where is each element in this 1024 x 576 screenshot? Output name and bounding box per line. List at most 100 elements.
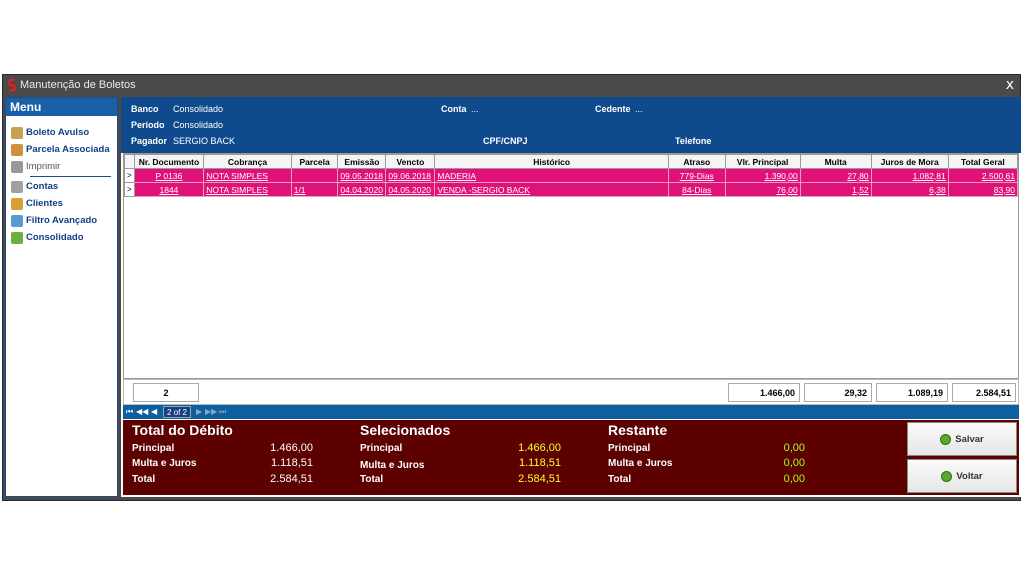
column-header[interactable]: Juros de Mora xyxy=(870,154,949,169)
cell-total[interactable]: 2.500,61 xyxy=(947,168,1019,183)
selecionados-principal-value: 1.466,00 xyxy=(518,442,561,454)
cell-emissao[interactable]: 09.05.2018 xyxy=(337,168,387,183)
menu-item-consolidado[interactable]: Consolidado xyxy=(6,229,117,246)
conta-value: ... xyxy=(471,104,479,114)
debito-multa-label: Multa e Juros xyxy=(132,458,197,469)
menu-item-contas[interactable]: Contas xyxy=(6,178,117,195)
cell-historico[interactable]: VENDA -SERGIO BACK xyxy=(434,182,670,197)
prev-page-button[interactable]: ◀◀ xyxy=(136,407,148,416)
cell-vencto[interactable]: 09.06.2018 xyxy=(385,168,436,183)
cedente-label: Cedente xyxy=(595,104,631,114)
menu-header: Menu xyxy=(6,98,117,118)
menu-item-label: Parcela Associada xyxy=(26,144,110,155)
column-header[interactable]: Vlr. Principal xyxy=(724,154,801,169)
action-buttons: Salvar Voltar xyxy=(903,420,1019,495)
menu-item-label: Contas xyxy=(26,181,59,192)
column-header[interactable]: Parcela xyxy=(290,154,339,169)
menu-item-filtro-avancado[interactable]: Filtro Avançado xyxy=(6,212,117,229)
cell-principal[interactable]: 76,00 xyxy=(724,182,801,197)
next-record-button[interactable]: ▶ xyxy=(196,407,202,416)
grid-navigator: ⏮ ◀◀ ◀ 2 of 2 ▶ ▶▶ ⏭ xyxy=(123,405,1019,419)
debito-principal-value: 1.466,00 xyxy=(270,442,313,454)
column-header-indicator xyxy=(124,154,135,169)
boletos-table: Nr. Documento Cobrança Parcela Emissão V… xyxy=(124,154,1019,197)
column-header[interactable]: Emissão xyxy=(337,154,387,169)
column-header[interactable]: Total Geral xyxy=(947,154,1019,169)
selecionados-principal-label: Principal xyxy=(360,443,403,454)
receipt-stack-icon xyxy=(11,143,23,156)
table-row[interactable]: > P 0136 NOTA SIMPLES 09.05.2018 09.06.2… xyxy=(124,168,1019,183)
cell-multa[interactable]: 1,52 xyxy=(799,182,872,197)
menu-item-parcela-associada[interactable]: Parcela Associada xyxy=(6,141,117,158)
selecionados-total-value: 2.584,51 xyxy=(518,473,561,485)
conta-label: Conta xyxy=(441,104,467,114)
cell-total[interactable]: 83,90 xyxy=(947,182,1019,197)
cell-atraso[interactable]: 779-Dias xyxy=(668,168,726,183)
cell-vencto[interactable]: 04.05.2020 xyxy=(385,182,436,197)
periodo-value: Consolidado xyxy=(173,120,224,130)
restante-multa-value: 0,00 xyxy=(783,457,805,469)
banco-value: Consolidado xyxy=(173,104,224,114)
cell-emissao[interactable]: 04.04.2020 xyxy=(337,182,387,197)
consolidated-icon xyxy=(11,231,23,244)
salvar-button[interactable]: Salvar xyxy=(907,422,1017,456)
cell-cobranca[interactable]: NOTA SIMPLES xyxy=(203,182,292,197)
footer-principal: 1.466,00 xyxy=(728,383,800,402)
column-header[interactable]: Cobrança xyxy=(203,154,292,169)
periodo-label: Período xyxy=(131,120,165,130)
menu-item-boleto-avulso[interactable]: Boleto Avulso xyxy=(6,124,117,141)
table-row[interactable]: > 1844 NOTA SIMPLES 1/1 04.04.2020 04.05… xyxy=(124,182,1019,197)
column-header[interactable]: Nr. Documento xyxy=(133,154,205,169)
table-header-row: Nr. Documento Cobrança Parcela Emissão V… xyxy=(124,154,1019,169)
close-button[interactable]: x xyxy=(1006,77,1014,93)
cell-parcela[interactable]: 1/1 xyxy=(290,182,339,197)
menu-item-label: Boleto Avulso xyxy=(26,127,90,138)
cell-juros[interactable]: 6,38 xyxy=(870,182,949,197)
menu-item-label: Imprimir xyxy=(26,161,61,172)
voltar-button[interactable]: Voltar xyxy=(907,459,1017,493)
receipt-icon xyxy=(11,126,23,139)
column-header[interactable]: Multa xyxy=(799,154,872,169)
footer-total: 2.584,51 xyxy=(952,383,1016,402)
back-arrow-icon xyxy=(941,470,953,482)
cell-juros[interactable]: 1.082,81 xyxy=(870,168,949,183)
column-header[interactable]: Vencto xyxy=(385,154,436,169)
menu-item-imprimir[interactable]: Imprimir xyxy=(6,158,117,175)
next-page-button[interactable]: ▶▶ xyxy=(205,407,217,416)
column-header[interactable]: Atraso xyxy=(668,154,726,169)
debito-multa-value: 1.118,51 xyxy=(270,457,313,469)
info-header: Banco Consolidado Conta ... Cedente ... … xyxy=(121,97,1021,153)
cell-principal[interactable]: 1.390,00 xyxy=(724,168,801,183)
cell-atraso[interactable]: 84-Dias xyxy=(668,182,726,197)
menu-item-label: Filtro Avançado xyxy=(26,215,98,226)
selecionados-multa-label: Multa e Juros xyxy=(360,460,425,471)
people-icon xyxy=(11,197,23,210)
row-indicator[interactable]: > xyxy=(124,168,135,183)
column-header[interactable]: Histórico xyxy=(434,154,670,169)
window-title: Manutenção de Boletos xyxy=(20,79,136,91)
cell-cobranca[interactable]: NOTA SIMPLES xyxy=(203,168,292,183)
bank-icon xyxy=(11,180,23,193)
app-logo-icon xyxy=(7,78,17,92)
cell-documento[interactable]: P 0136 xyxy=(133,168,205,183)
cell-multa[interactable]: 27,80 xyxy=(799,168,872,183)
row-indicator[interactable]: > xyxy=(124,182,135,197)
debito-title: Total do Débito xyxy=(132,422,233,438)
footer-multa: 29,32 xyxy=(804,383,872,402)
boletos-grid[interactable]: Nr. Documento Cobrança Parcela Emissão V… xyxy=(123,153,1019,379)
selecionados-multa-value: 1.118,51 xyxy=(518,457,561,469)
last-record-button[interactable]: ⏭ xyxy=(219,407,226,417)
restante-title: Restante xyxy=(608,422,668,438)
main-window: Manutenção de Boletos x Menu Boleto Avul… xyxy=(2,74,1021,501)
cell-historico[interactable]: MADERIA xyxy=(434,168,670,183)
first-record-button[interactable]: ⏮ xyxy=(126,407,133,417)
cedente-value: ... xyxy=(635,104,643,114)
title-bar: Manutenção de Boletos x xyxy=(3,75,1020,96)
menu-item-clientes[interactable]: Clientes xyxy=(6,195,117,212)
cell-parcela[interactable] xyxy=(290,168,339,183)
cell-documento[interactable]: 1844 xyxy=(133,182,205,197)
main-panel: Banco Consolidado Conta ... Cedente ... … xyxy=(121,97,1021,497)
menu-item-label: Consolidado xyxy=(26,232,84,243)
prev-record-button[interactable]: ◀ xyxy=(151,407,157,416)
page-indicator: 2 of 2 xyxy=(163,406,191,418)
